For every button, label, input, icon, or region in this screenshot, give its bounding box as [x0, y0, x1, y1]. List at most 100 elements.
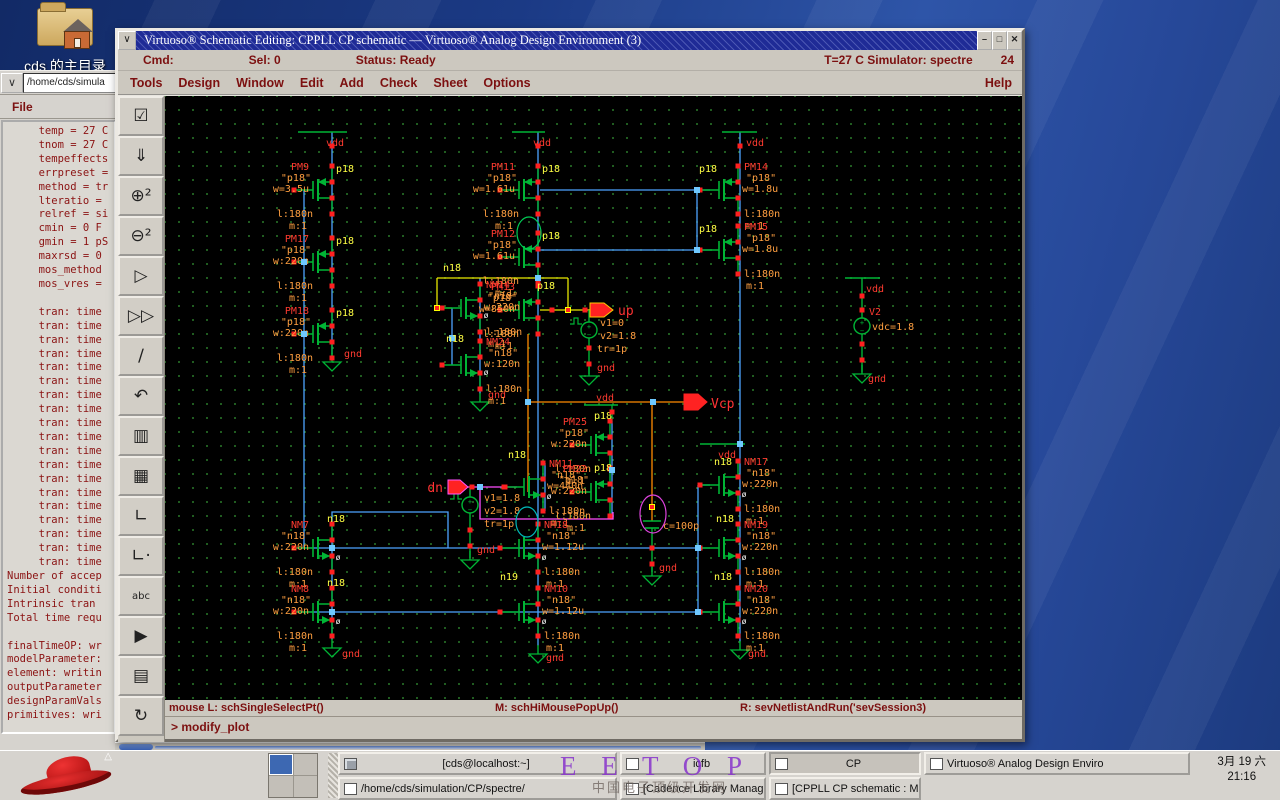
taskbar-button-label: /home/cds/simulation/CP/spectre/ — [361, 782, 525, 795]
svg-text:"n18": "n18" — [746, 595, 776, 606]
taskbar-button[interactable]: [cds@localhost:~] — [338, 752, 617, 775]
workspace-switcher[interactable] — [268, 753, 318, 798]
tool-wire-label-button[interactable]: abc — [118, 576, 164, 616]
svg-text:c=100p: c=100p — [663, 521, 699, 532]
svg-text:p18: p18 — [699, 164, 717, 175]
taskbar-button[interactable]: /home/cds/simulation/CP/spectre/ — [338, 777, 617, 800]
tool-cmd-options-button[interactable]: ▤ — [118, 656, 164, 696]
svg-text:"p18": "p18" — [746, 233, 776, 244]
log-line: tran: time — [7, 389, 102, 402]
workspace-3[interactable] — [269, 776, 293, 797]
svg-text:ø: ø — [742, 617, 747, 626]
page-icon — [344, 782, 357, 795]
log-line: relref = si — [7, 208, 109, 221]
svg-text:n18: n18 — [508, 450, 526, 461]
svg-text:"p18": "p18" — [281, 245, 311, 256]
menu-tools[interactable]: Tools — [130, 76, 162, 90]
svg-text:w=1.12u: w=1.12u — [542, 606, 584, 617]
workspace-2[interactable] — [293, 754, 317, 775]
svg-text:m:1: m:1 — [289, 221, 307, 232]
tool-undo-button[interactable]: ↶ — [118, 376, 164, 416]
svg-text:"p18": "p18" — [746, 173, 776, 184]
tool-wire-narrow-button[interactable]: ∟ — [118, 496, 164, 536]
log-line: errpreset = — [7, 166, 109, 179]
window-menu-icon[interactable]: ∨ — [118, 31, 136, 50]
close-button[interactable]: ✕ — [1007, 31, 1022, 50]
log-line: Initial conditi — [7, 583, 102, 596]
menu-file[interactable]: File — [12, 100, 33, 114]
taskbar-button[interactable]: CP — [769, 752, 921, 775]
log-output[interactable]: temp = 27 C tnom = 27 C tempeffects errp… — [1, 120, 116, 734]
menu-help[interactable]: Help — [985, 76, 1012, 90]
log-line: temp = 27 C — [7, 125, 109, 137]
taskbar-button[interactable]: [CPPLL CP schematic : Mar 19 — [769, 777, 921, 800]
menu-check[interactable]: Check — [380, 76, 418, 90]
menu-sheet[interactable]: Sheet — [433, 76, 467, 90]
tool-stretch-button[interactable]: ▷ — [118, 256, 164, 296]
svg-text:PM14: PM14 — [744, 162, 768, 173]
taskbar-button-label: [cds@localhost:~] — [442, 757, 530, 770]
log-line: tran: time — [7, 542, 102, 555]
tool-properties-button[interactable]: ▥ — [118, 416, 164, 456]
svg-text:NM24: NM24 — [486, 337, 510, 348]
tool-check-and-save-button[interactable]: ☑ — [118, 96, 164, 136]
clock-date: 3月 19 六 — [1217, 756, 1266, 768]
svg-text:l:180n: l:180n — [744, 269, 780, 280]
log-line: tran: time — [7, 361, 102, 374]
svg-text:"n18": "n18" — [281, 595, 311, 606]
log-line: tran: time — [7, 319, 102, 332]
svg-text:w:220n: w:220n — [484, 302, 520, 313]
menu-options[interactable]: Options — [483, 76, 530, 90]
menu-window[interactable]: Window — [236, 76, 284, 90]
tool-repeat-button[interactable]: ↻ — [118, 696, 164, 736]
tool-delete-button[interactable]: ∕ — [118, 336, 164, 376]
maximize-button[interactable]: □ — [992, 31, 1007, 50]
svg-text:−: − — [468, 506, 472, 514]
tool-save-button[interactable]: ⇓ — [118, 136, 164, 176]
menu-edit[interactable]: Edit — [300, 76, 324, 90]
tool-pin-button[interactable]: ▶ — [118, 616, 164, 656]
log-line: tran: time — [7, 514, 102, 527]
workspace-1[interactable] — [269, 754, 293, 775]
log-line: tran: time — [7, 444, 102, 457]
svg-text:v1=1.8: v1=1.8 — [484, 493, 520, 504]
svg-text:w:220n: w:220n — [742, 479, 778, 490]
svg-text:"p18": "p18" — [281, 317, 311, 328]
terminal-icon — [344, 757, 357, 770]
svg-text:"p18": "p18" — [281, 173, 311, 184]
log-line: tran: time — [7, 347, 102, 360]
tool-wire-wide-button[interactable]: ∟· — [118, 536, 164, 576]
log-line: tran: time — [7, 486, 102, 499]
path-field[interactable]: /home/cds/simula — [23, 72, 116, 93]
svg-text:"n18": "n18" — [488, 348, 518, 359]
svg-text:n18: n18 — [446, 334, 464, 345]
workspace-4[interactable] — [293, 776, 317, 797]
minimize-button[interactable]: – — [977, 31, 992, 50]
tool-instance-button[interactable]: ▦ — [118, 456, 164, 496]
tool-zoom-in-2x-button[interactable]: ⊕² — [118, 176, 164, 216]
taskbar-button[interactable]: icfb — [620, 752, 766, 775]
tool-copy-button[interactable]: ▷▷ — [118, 296, 164, 336]
svg-text:l:180n: l:180n — [277, 209, 313, 220]
svg-text:ø: ø — [484, 368, 489, 377]
redhat-menu-icon[interactable]: △ — [19, 751, 120, 800]
svg-text:n18: n18 — [327, 514, 345, 525]
command-prompt[interactable]: > modify_plot — [165, 717, 1022, 738]
log-line: tran: time — [7, 472, 102, 485]
svg-text:w=1.61u: w=1.61u — [473, 251, 515, 262]
taskbar-button[interactable]: [Cadence Library Manager] — [620, 777, 766, 800]
schematic-canvas[interactable]: vdd vdd vdd vdd vdd vdd gnd gnd gnd gnd gnd gnd gnd g… — [165, 96, 1022, 700]
menu-design[interactable]: Design — [178, 76, 220, 90]
taskbar-button[interactable]: Virtuoso® Analog Design Enviro — [924, 752, 1190, 775]
menu-add[interactable]: Add — [340, 76, 364, 90]
chevron-down-icon[interactable]: ∨ — [1, 72, 23, 93]
tool-zoom-out-2x-button[interactable]: ⊖² — [118, 216, 164, 256]
svg-text:v2=1.8: v2=1.8 — [484, 506, 520, 517]
titlebar[interactable]: ∨ Virtuoso® Schematic Editing: CPPLL CP … — [118, 31, 1022, 50]
schematic-svg[interactable]: vdd vdd vddvddvddvddgndgndgndgndgnd gnd gndg… — [165, 96, 1022, 700]
home-folder-icon[interactable]: cds 的主目录 — [10, 2, 120, 76]
svg-text:+: + — [587, 323, 591, 331]
mouse-left-binding: mouse L: schSingleSelectPt() — [169, 702, 324, 714]
